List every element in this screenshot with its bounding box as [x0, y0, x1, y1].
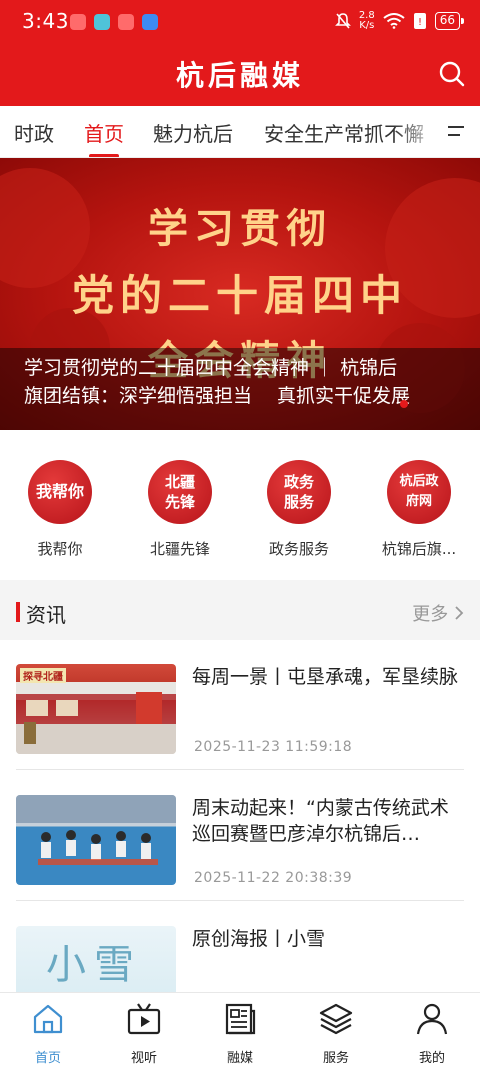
poster-calligraphy: 小雪 — [46, 942, 142, 988]
government-service-icon: 政务服务 — [267, 460, 331, 524]
status-time: 3:43 — [22, 9, 69, 33]
notification-icon — [94, 14, 110, 30]
tab-politics[interactable]: 时政 — [14, 118, 54, 147]
bottom-nav: 首页 视听 融媒 服务 我的 — [0, 992, 480, 1066]
banner-headline-line2: 党的二十届四中 — [71, 271, 408, 320]
nav-label: 我的 — [418, 1051, 445, 1066]
banner-caption-line1: 学习贯彻党的二十届四中全会精神 ｜ 杭锦后 — [24, 357, 398, 379]
sim-icon: ! — [413, 13, 426, 29]
headline-banner[interactable]: 学习贯彻 党的二十届四中 全会精神 学习贯彻党的二十届四中全会精神 ｜ 杭锦后 … — [0, 158, 480, 430]
menu-icon — [448, 126, 464, 136]
section-header — [0, 580, 480, 640]
nav-label: 首页 — [34, 1051, 61, 1066]
wifi-icon — [383, 13, 405, 29]
banner-headline-line1: 学习贯彻 — [148, 205, 332, 252]
app-root: 3:43 2.8 K/s ! 66 杭后融媒 时政 首页 魅力杭后 安全生产常抓… — [0, 0, 480, 1066]
news-thumbnail — [16, 795, 176, 885]
nav-service[interactable]: 服务 — [288, 1001, 384, 1066]
battery-indicator: 66 — [434, 12, 465, 30]
status-indicators: 2.8 K/s ! 66 — [334, 11, 465, 31]
svg-text:!: ! — [418, 17, 422, 28]
layers-icon — [319, 1003, 353, 1035]
banner-caption-line2: 旗团结镇：深学细悟强担当 真抓实干促发展 — [24, 385, 411, 407]
notification-icon — [70, 14, 86, 30]
quick-entry-label: 北疆先锋 — [149, 540, 210, 558]
channel-tabs: 时政 首页 魅力杭后 安全生产常抓不懈 — [0, 106, 480, 158]
app-title: 杭后融媒 — [175, 59, 304, 92]
news-title: 原创海报丨小雪 — [192, 928, 326, 950]
newspaper-icon — [225, 1003, 256, 1035]
nav-label: 视听 — [130, 1051, 157, 1066]
nav-home[interactable]: 首页 — [0, 1001, 96, 1066]
news-thumbnail: 探寻北疆 — [16, 664, 176, 754]
user-icon — [416, 1003, 448, 1035]
network-speed: 2.8 K/s — [359, 11, 375, 31]
status-bar: 3:43 2.8 K/s ! 66 — [0, 0, 480, 44]
nav-media[interactable]: 融媒 — [192, 1001, 288, 1066]
mute-bell-icon — [334, 13, 351, 29]
notification-icon — [142, 14, 158, 30]
search-icon[interactable] — [438, 60, 466, 88]
help-icon: 我帮你 — [28, 460, 92, 524]
quick-entry-label: 政务服务 — [268, 540, 329, 558]
tab-home[interactable]: 首页 — [84, 118, 124, 147]
nav-label: 融媒 — [226, 1051, 253, 1066]
exhibition-hall-image — [16, 692, 176, 754]
nav-video[interactable]: 视听 — [96, 1001, 192, 1066]
nav-profile[interactable]: 我的 — [384, 1001, 480, 1066]
martial-arts-image — [16, 795, 176, 865]
quick-entry-government-service[interactable]: 政务服务 政务服务 — [244, 460, 354, 559]
news-item[interactable]: 探寻北疆 每周一景丨屯垦承魂，军垦续脉 2025-11-23 11:59:18 — [16, 640, 464, 770]
video-icon — [127, 1003, 161, 1035]
home-icon — [33, 1004, 63, 1034]
news-item[interactable]: 周末动起来！“内蒙古传统武术巡回赛暨巴彦淖尔杭锦后… 2025-11-22 20… — [16, 771, 464, 901]
tab-charm-hanghou[interactable]: 魅力杭后 — [153, 118, 233, 147]
quick-entry-pioneer[interactable]: 北疆先锋 北疆先锋 — [125, 460, 235, 559]
section-title: 资讯 — [26, 603, 66, 627]
news-date: 2025-11-22 20:38:39 — [194, 870, 353, 886]
quick-entry-help[interactable]: 我帮你 我帮你 — [5, 460, 115, 559]
more-label: 更多 — [412, 604, 449, 625]
news-title: 每周一景丨屯垦承魂，军垦续脉 — [192, 666, 459, 688]
more-link[interactable]: 更多 — [412, 600, 464, 626]
news-title: 周末动起来！“内蒙古传统武术巡回赛暨巴彦淖尔杭锦后… — [192, 797, 449, 845]
channel-menu-button[interactable] — [436, 106, 480, 157]
nav-label: 服务 — [322, 1051, 349, 1066]
quick-entry-label: 我帮你 — [37, 540, 83, 558]
chevron-right-icon — [455, 606, 464, 620]
notification-icon — [118, 14, 134, 30]
news-date: 2025-11-23 11:59:18 — [194, 739, 353, 755]
quick-entries: 我帮你 我帮你 北疆先锋 北疆先锋 政务服务 政务服务 杭后政府网 杭锦后旗..… — [0, 430, 480, 580]
carousel-indicator — [400, 400, 408, 408]
banner-caption: 学习贯彻党的二十届四中全会精神 ｜ 杭锦后 旗团结镇：深学细悟强担当 真抓实干促… — [0, 348, 480, 430]
gov-website-icon: 杭后政府网 — [387, 460, 451, 524]
quick-entry-gov-website[interactable]: 杭后政府网 杭锦后旗... — [364, 460, 474, 559]
speed-unit: K/s — [359, 20, 375, 31]
top-bar: 3:43 2.8 K/s ! 66 杭后融媒 — [0, 0, 480, 106]
pioneer-icon: 北疆先锋 — [148, 460, 212, 524]
quick-entry-label: 杭锦后旗... — [381, 540, 457, 558]
section-accent-bar — [16, 602, 20, 622]
